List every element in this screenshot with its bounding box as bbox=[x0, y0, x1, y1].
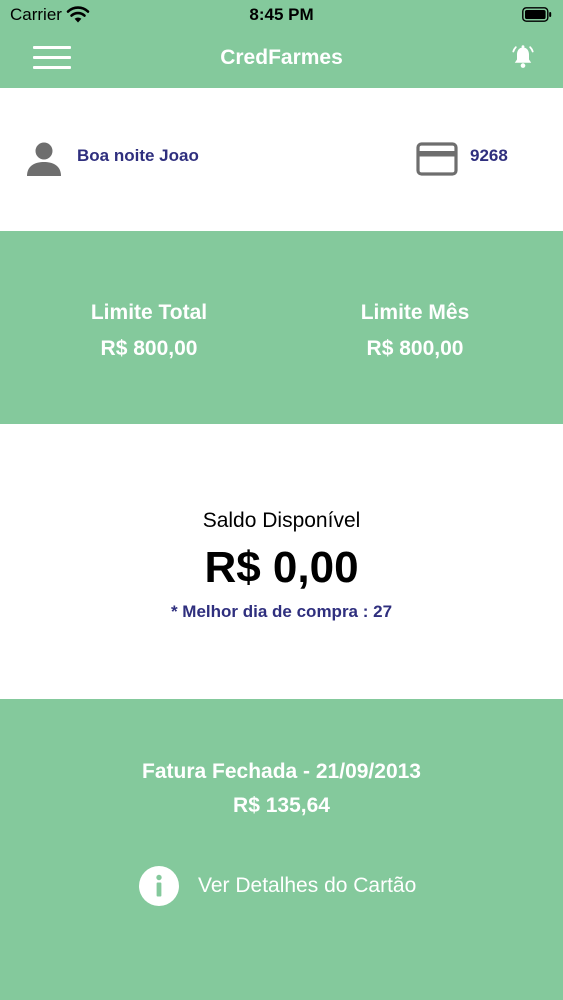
balance-value: R$ 0,00 bbox=[204, 543, 359, 592]
person-icon bbox=[27, 142, 61, 176]
credit-card-icon bbox=[416, 142, 458, 176]
status-bar: Carrier 8:45 PM bbox=[0, 0, 563, 30]
bell-icon[interactable] bbox=[510, 44, 536, 70]
card-details-button[interactable]: Ver Detalhes do Cartão bbox=[138, 865, 438, 907]
battery-icon bbox=[522, 7, 552, 22]
card-number: 9268 bbox=[470, 146, 508, 165]
invoice-panel: Fatura Fechada - 21/09/2013 R$ 135,64 Ve… bbox=[0, 699, 563, 1000]
best-purchase-day: * Melhor dia de compra : 27 bbox=[170, 602, 393, 621]
balance-label: Saldo Disponível bbox=[202, 509, 361, 532]
limits-panel: Limite Total R$ 800,00 Limite Mês R$ 800… bbox=[0, 231, 563, 424]
invoice-value: R$ 135,64 bbox=[233, 794, 330, 817]
card-details-label: Ver Detalhes do Cartão bbox=[198, 874, 417, 897]
limit-total-label: Limite Total bbox=[90, 301, 208, 324]
limit-month-label: Limite Mês bbox=[360, 301, 470, 324]
clock: 8:45 PM bbox=[249, 5, 314, 24]
app-title: CredFarmes bbox=[220, 46, 343, 69]
greeting-text: Boa noite Joao bbox=[77, 146, 199, 165]
limit-month-value: R$ 800,00 bbox=[366, 337, 464, 360]
limit-total-value: R$ 800,00 bbox=[100, 337, 198, 360]
info-icon bbox=[139, 866, 179, 906]
invoice-title: Fatura Fechada - 21/09/2013 bbox=[142, 760, 421, 783]
limit-month: Limite Mês R$ 800,00 bbox=[285, 301, 545, 361]
limit-total: Limite Total R$ 800,00 bbox=[19, 301, 279, 361]
nav-bar: CredFarmes bbox=[0, 30, 563, 88]
